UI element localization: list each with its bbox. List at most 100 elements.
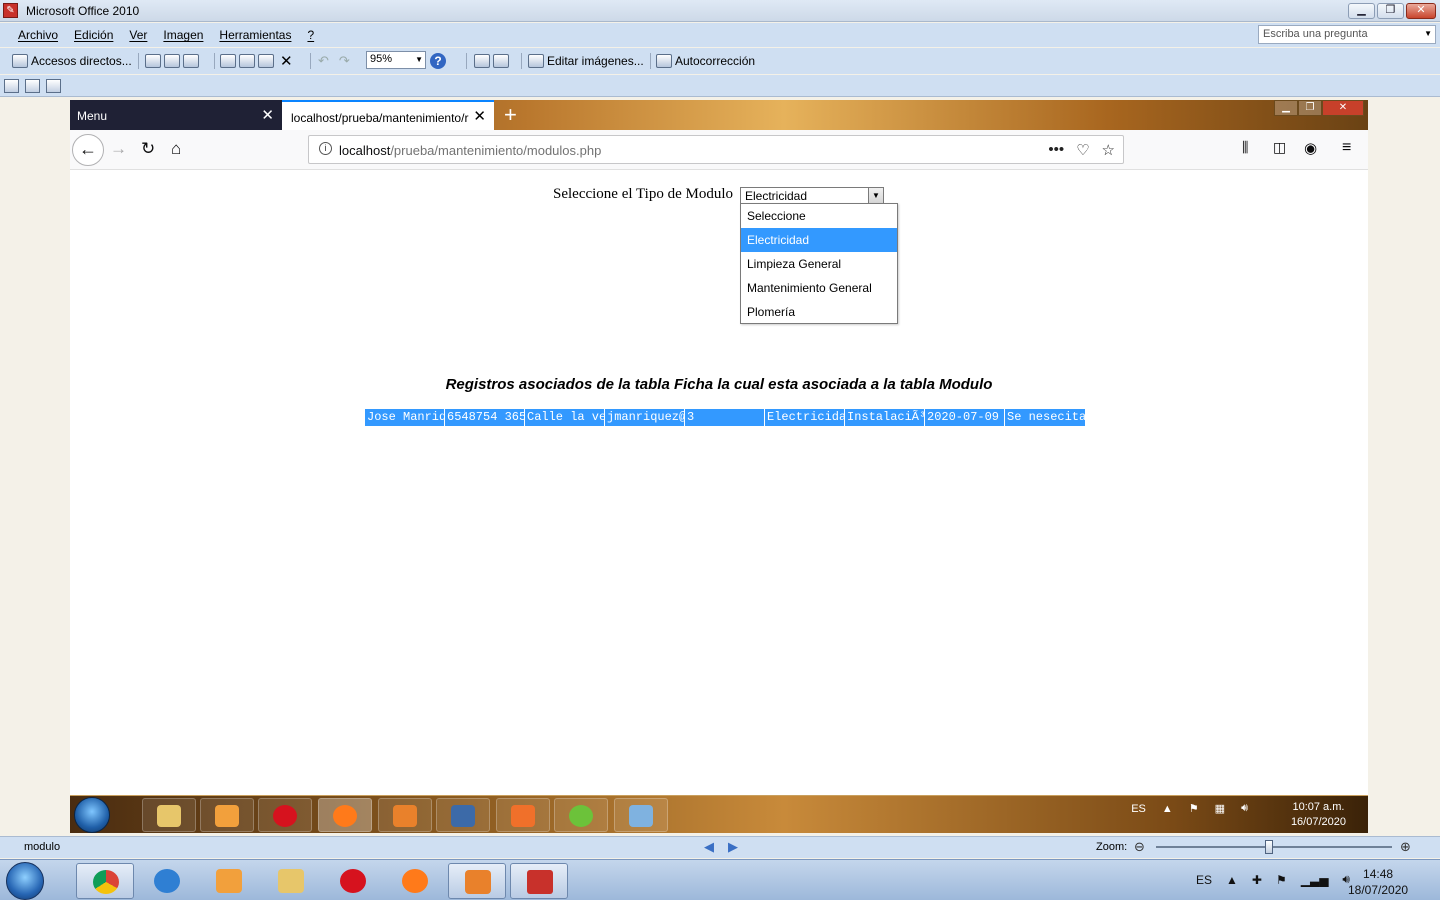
url-bar[interactable]: i localhost/prueba/mantenimiento/modulos…: [308, 135, 1124, 164]
taskbar-explorer[interactable]: [262, 863, 320, 899]
minimize-button[interactable]: ▁: [1348, 3, 1375, 19]
browser-tab-strip: Menu ✕ localhost/prueba/mantenimiento/r …: [70, 100, 1368, 130]
window-title: Microsoft Office 2010: [26, 4, 140, 18]
image-viewer-icon: [629, 805, 653, 827]
next-image-icon[interactable]: ▶: [728, 839, 738, 855]
option-limpieza-general[interactable]: Limpieza General: [741, 252, 897, 276]
taskbar-opera[interactable]: [324, 863, 382, 899]
option-mantenimiento-general[interactable]: Mantenimiento General: [741, 276, 897, 300]
close-button[interactable]: ✕: [1406, 3, 1436, 19]
zoom-select[interactable]: 95% ▼: [366, 51, 426, 69]
sidebar-icon[interactable]: ◫: [1273, 139, 1286, 156]
menu-imagen[interactable]: Imagen: [163, 28, 203, 42]
menu-edicion[interactable]: Edición: [74, 28, 113, 42]
option-seleccione[interactable]: Seleccione: [741, 204, 897, 228]
back-button[interactable]: ←: [72, 134, 104, 166]
print-preview-icon[interactable]: [183, 54, 199, 68]
rotate-left-icon[interactable]: [474, 54, 490, 68]
delete-icon[interactable]: ✕: [280, 52, 293, 70]
chevron-down-icon[interactable]: ▼: [868, 188, 883, 203]
office-app-icon[interactable]: ✎: [3, 3, 18, 18]
taskbar-media-player[interactable]: [200, 863, 258, 899]
thumbnail-view-icon[interactable]: [4, 79, 19, 93]
reload-button[interactable]: ↻: [141, 139, 155, 159]
help-icon[interactable]: ?: [430, 53, 446, 69]
page-actions-icon[interactable]: •••: [1048, 141, 1064, 159]
menu-ver[interactable]: Ver: [129, 28, 147, 42]
windows-start-button[interactable]: [6, 862, 44, 900]
signal-icon[interactable]: ▁▃▅: [1301, 873, 1329, 887]
ask-question-input[interactable]: Escriba una pregunta ▼: [1258, 25, 1436, 44]
paste-icon[interactable]: [258, 54, 274, 68]
office-title-bar: ✎ Microsoft Office 2010 ▁ ❐ ✕: [0, 0, 1440, 22]
menu-herramientas[interactable]: Herramientas: [219, 28, 291, 42]
tab-menu[interactable]: Menu ✕: [70, 100, 282, 130]
taskbar-office-picture[interactable]: [510, 863, 568, 899]
language-indicator[interactable]: ES: [1196, 873, 1212, 887]
chevron-down-icon[interactable]: ▼: [1424, 29, 1432, 38]
autocorrect-button[interactable]: Autocorrección: [656, 52, 755, 70]
module-type-label: Seleccione el Tipo de Modulo: [553, 186, 733, 202]
menu-archivo[interactable]: Archivo: [18, 28, 58, 42]
save-icon[interactable]: [145, 54, 161, 68]
taskbar-firefox[interactable]: [386, 863, 444, 899]
taskbar-chrome[interactable]: [76, 863, 134, 899]
forward-button[interactable]: →: [110, 139, 127, 159]
taskbar-sublime[interactable]: [448, 863, 506, 899]
file-name: modulo: [24, 841, 61, 853]
browser-close-button[interactable]: ✕: [1322, 100, 1364, 116]
ask-question-placeholder: Escriba una pregunta: [1263, 28, 1368, 40]
zoom-slider[interactable]: [1156, 846, 1392, 848]
copy-icon[interactable]: [239, 54, 255, 68]
close-tab-icon[interactable]: ✕: [261, 106, 274, 124]
media-player-icon: [215, 805, 239, 827]
browser-minimize-button[interactable]: ▁: [1274, 100, 1298, 116]
clock[interactable]: 14:48 18/07/2020: [1348, 866, 1408, 898]
zoom-out-icon[interactable]: ⊖: [1134, 839, 1145, 855]
hamburger-menu-icon[interactable]: ≡: [1342, 139, 1351, 157]
undo-icon[interactable]: ↶: [318, 53, 329, 69]
option-plomeria[interactable]: Plomería: [741, 300, 897, 324]
restore-button[interactable]: ❐: [1377, 3, 1404, 19]
account-icon[interactable]: ◉: [1304, 139, 1317, 157]
office-picture-icon: [527, 870, 553, 894]
single-view-icon[interactable]: [46, 79, 61, 93]
library-icon[interactable]: ⫼: [1242, 139, 1248, 156]
new-tab-button[interactable]: +: [504, 102, 517, 128]
taskbar-ie[interactable]: [138, 863, 196, 899]
info-icon[interactable]: i: [319, 142, 332, 155]
table-row[interactable]: Jose Manriq 6548754 365 Calle la ve jman…: [365, 409, 1085, 426]
table-cell: jmanriquez@: [607, 409, 685, 426]
bookmark-star-icon[interactable]: ☆: [1102, 141, 1115, 159]
browser-nav-bar: ← → ↻ ⌂ i localhost/prueba/mantenimiento…: [70, 130, 1368, 170]
browser-restore-button[interactable]: ❐: [1298, 100, 1322, 116]
add-icon: [569, 805, 593, 827]
zoom-in-icon[interactable]: ⊕: [1400, 839, 1411, 855]
screenshot-image: Menu ✕ localhost/prueba/mantenimiento/r …: [70, 100, 1368, 833]
update-icon[interactable]: ✚: [1252, 873, 1262, 887]
module-type-select[interactable]: Electricidad ▼: [740, 187, 884, 204]
shortcuts-label: Accesos directos...: [31, 54, 132, 68]
close-tab-icon[interactable]: ✕: [470, 107, 486, 125]
flag-icon: ⚑: [1188, 803, 1199, 815]
filmstrip-view-icon[interactable]: [25, 79, 40, 93]
network-error-icon[interactable]: ⚑: [1276, 873, 1287, 887]
chevron-down-icon[interactable]: ▼: [415, 55, 423, 64]
rotate-right-icon[interactable]: [493, 54, 509, 68]
option-electricidad[interactable]: Electricidad: [741, 228, 897, 252]
print-icon[interactable]: [164, 54, 180, 68]
previous-image-icon[interactable]: ◀: [704, 839, 714, 855]
view-toolbar: [0, 75, 1440, 97]
tab-modulos[interactable]: localhost/prueba/mantenimiento/r ✕: [282, 100, 494, 130]
ie-icon: [154, 869, 180, 893]
edit-images-button[interactable]: Editar imágenes...: [528, 52, 644, 70]
zoom-slider-thumb[interactable]: [1265, 840, 1274, 854]
redo-icon[interactable]: ↷: [339, 53, 350, 69]
menu-help[interactable]: ?: [307, 28, 314, 42]
tray-arrow-icon[interactable]: ▲: [1226, 873, 1238, 887]
shortcuts-button[interactable]: Accesos directos...: [12, 52, 132, 70]
home-button[interactable]: ⌂: [171, 139, 181, 159]
cut-icon[interactable]: [220, 54, 236, 68]
pocket-icon[interactable]: ♡: [1076, 141, 1089, 159]
volume-icon: 🔊︎: [1241, 802, 1248, 814]
